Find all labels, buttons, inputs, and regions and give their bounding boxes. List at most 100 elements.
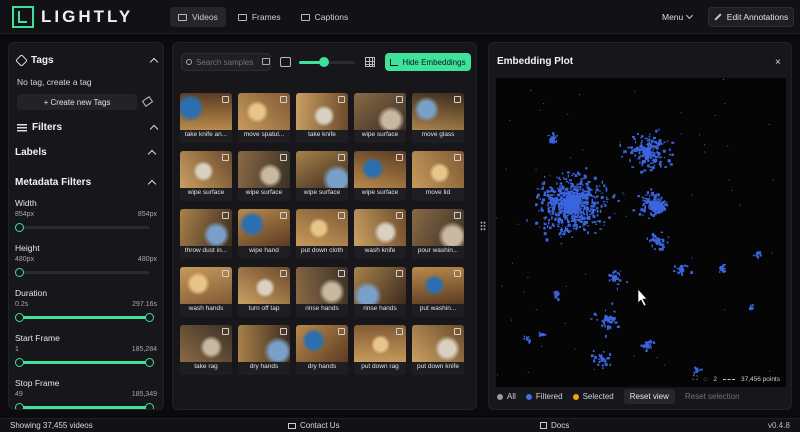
sample-checkbox[interactable]: [338, 328, 345, 335]
embedding-plot[interactable]: ⛶ ◌ 2 37,456 points: [496, 78, 786, 387]
sample-checkbox[interactable]: [222, 328, 229, 335]
chevron-up-icon[interactable]: [149, 124, 159, 134]
sample-card[interactable]: wipe surface: [354, 151, 406, 201]
hide-embeddings-button[interactable]: Hide Embeddings: [385, 53, 471, 71]
range-slider-min-handle[interactable]: [15, 403, 24, 409]
sample-card[interactable]: turn off tap: [238, 267, 290, 317]
range-slider-min-handle[interactable]: [15, 223, 24, 232]
sample-checkbox[interactable]: [280, 154, 287, 161]
sample-card[interactable]: rinse hands: [354, 267, 406, 317]
sample-checkbox[interactable]: [396, 270, 403, 277]
sample-checkbox[interactable]: [338, 154, 345, 161]
sample-card[interactable]: dry hands: [238, 325, 290, 375]
sample-checkbox[interactable]: [396, 212, 403, 219]
drag-handle-icon[interactable]: [480, 221, 486, 231]
fit-icon[interactable]: ⛶: [693, 375, 698, 383]
sample-checkbox[interactable]: [222, 212, 229, 219]
sample-checkbox[interactable]: [280, 270, 287, 277]
sample-checkbox[interactable]: [222, 154, 229, 161]
sample-card[interactable]: take knife an...: [180, 93, 232, 143]
create-tag-button[interactable]: + Create new Tags: [17, 94, 137, 110]
image-view-icon[interactable]: [280, 57, 291, 67]
sample-card[interactable]: take rag: [180, 325, 232, 375]
sample-card[interactable]: wash knife: [354, 209, 406, 259]
sample-card[interactable]: dry hands: [296, 325, 348, 375]
menu-button[interactable]: Menu: [662, 11, 694, 22]
metadata-section-header[interactable]: Metadata Filters: [15, 175, 157, 189]
sample-checkbox[interactable]: [338, 96, 345, 103]
contact-us-link[interactable]: Contact Us: [288, 421, 340, 430]
logo[interactable]: LIGHTLY: [12, 6, 133, 28]
sample-checkbox[interactable]: [280, 96, 287, 103]
tags-section-header[interactable]: Tags: [15, 53, 159, 67]
sample-checkbox[interactable]: [454, 212, 461, 219]
sample-card[interactable]: put washin...: [412, 267, 464, 317]
sample-card[interactable]: put down cloth: [296, 209, 348, 259]
reset-view-button[interactable]: Reset view: [623, 389, 675, 404]
eraser-icon[interactable]: [141, 96, 153, 107]
sample-checkbox[interactable]: [280, 212, 287, 219]
sample-card[interactable]: wipe surface: [354, 93, 406, 143]
sample-card[interactable]: move lid: [412, 151, 464, 201]
sample-checkbox[interactable]: [396, 154, 403, 161]
sample-checkbox[interactable]: [396, 96, 403, 103]
range-slider-track[interactable]: [19, 361, 149, 364]
sample-card[interactable]: pour washin...: [412, 209, 464, 259]
sample-card[interactable]: move spatul...: [238, 93, 290, 143]
close-icon[interactable]: ×: [775, 57, 781, 68]
sample-card[interactable]: put down knife: [412, 325, 464, 375]
camera-icon[interactable]: ◌: [703, 376, 707, 383]
embedding-point: [598, 358, 600, 360]
chevron-up-icon[interactable]: [147, 149, 157, 159]
sample-checkbox[interactable]: [338, 270, 345, 277]
search-input[interactable]: [196, 55, 256, 69]
sample-checkbox[interactable]: [222, 270, 229, 277]
tab-captions[interactable]: Captions: [293, 7, 357, 27]
embedding-point: [551, 210, 555, 213]
filters-section-header[interactable]: Filters: [17, 120, 159, 134]
sample-card[interactable]: rinse hands: [296, 267, 348, 317]
sample-checkbox[interactable]: [454, 328, 461, 335]
sample-card[interactable]: wash hands: [180, 267, 232, 317]
docs-link[interactable]: Docs: [540, 421, 569, 430]
sample-card[interactable]: wipe surface: [238, 151, 290, 201]
legend-filtered[interactable]: Filtered: [525, 392, 563, 401]
sample-card[interactable]: put down rag: [354, 325, 406, 375]
range-slider-max-handle[interactable]: [145, 403, 154, 409]
sample-checkbox[interactable]: [454, 270, 461, 277]
edit-annotations-button[interactable]: Edit Annotations: [708, 7, 794, 27]
tab-frames[interactable]: Frames: [230, 7, 289, 27]
zoom-slider-knob[interactable]: [319, 57, 330, 67]
sample-checkbox[interactable]: [454, 154, 461, 161]
range-slider-track[interactable]: [19, 406, 149, 409]
embedding-point: [601, 192, 604, 194]
range-slider-min-handle[interactable]: [15, 268, 24, 277]
sample-card[interactable]: wipe surface: [296, 151, 348, 201]
sample-card[interactable]: take knife: [296, 93, 348, 143]
sample-checkbox[interactable]: [222, 96, 229, 103]
range-slider-min-handle[interactable]: [15, 358, 24, 367]
sample-checkbox[interactable]: [396, 328, 403, 335]
sample-card[interactable]: throw dust in...: [180, 209, 232, 259]
range-slider-track[interactable]: [19, 226, 149, 229]
legend-all[interactable]: All: [497, 392, 516, 401]
sample-checkbox[interactable]: [454, 96, 461, 103]
sample-checkbox[interactable]: [280, 328, 287, 335]
tab-videos[interactable]: Videos: [170, 7, 226, 27]
sample-card[interactable]: wipe surface: [180, 151, 232, 201]
grid-view-icon[interactable]: [365, 57, 375, 67]
labels-section-header[interactable]: Labels: [15, 145, 157, 159]
range-slider-track[interactable]: [19, 316, 149, 319]
range-slider-max-handle[interactable]: [145, 358, 154, 367]
image-search-icon[interactable]: [262, 58, 270, 65]
range-slider-max-handle[interactable]: [145, 313, 154, 322]
chevron-up-icon[interactable]: [147, 179, 157, 189]
reset-selection-button[interactable]: Reset selection: [685, 392, 740, 401]
legend-selected[interactable]: Selected: [572, 392, 614, 401]
sample-card[interactable]: wipe hand: [238, 209, 290, 259]
range-slider-min-handle[interactable]: [15, 313, 24, 322]
range-slider-track[interactable]: [19, 271, 149, 274]
sample-checkbox[interactable]: [338, 212, 345, 219]
sample-card[interactable]: move glass: [412, 93, 464, 143]
chevron-up-icon[interactable]: [149, 57, 159, 67]
